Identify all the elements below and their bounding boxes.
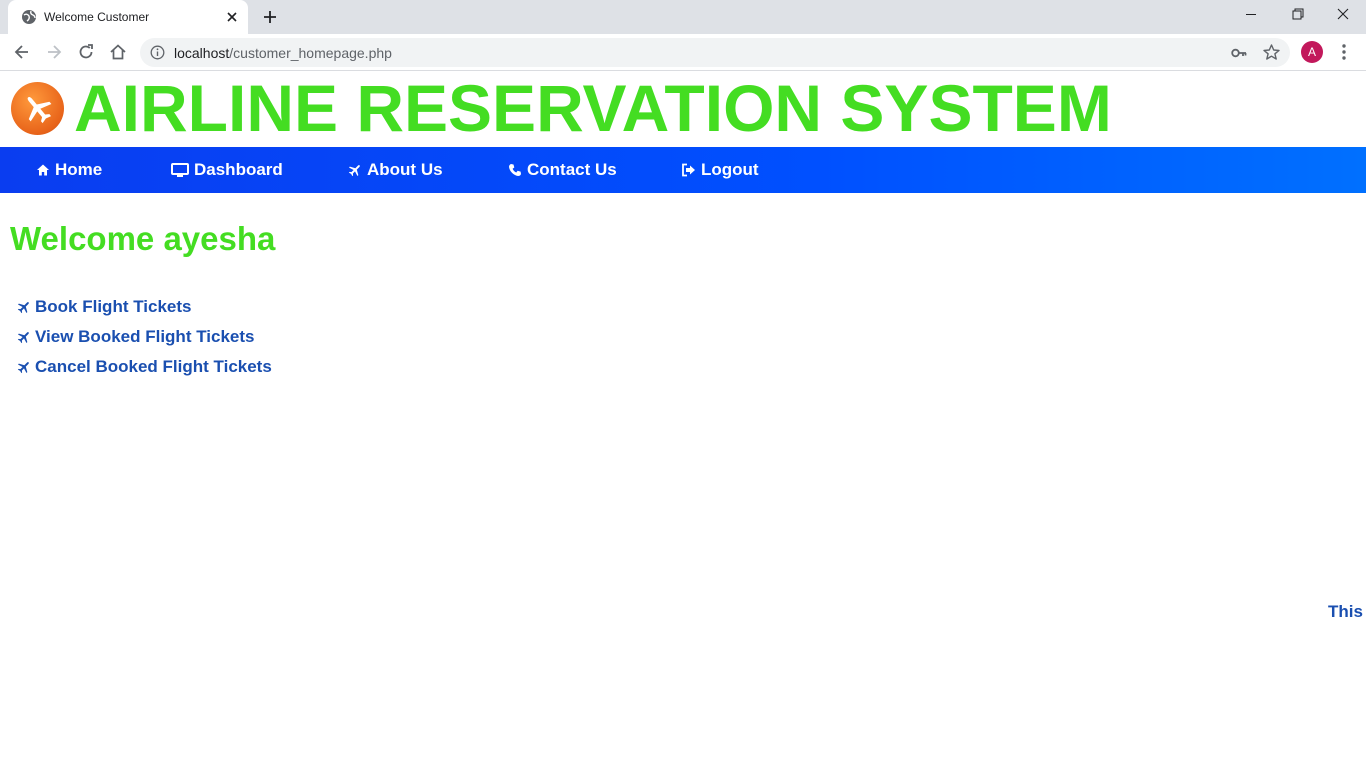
minimize-icon[interactable] [1228,0,1274,30]
plane-icon [17,362,29,374]
nav-logout[interactable]: Logout [681,160,759,180]
monitor-icon [171,162,189,177]
view-booked-label: View Booked Flight Tickets [35,327,255,346]
nav-about-label: About Us [367,160,443,179]
main-navbar: Home Dashboard About Us Contact Us Logou… [0,147,1366,193]
reload-icon[interactable] [76,42,96,62]
welcome-heading: Welcome ayesha [10,220,276,257]
site-title: AIRLINE RESERVATION SYSTEM [74,72,1112,145]
airplane-logo-icon [11,82,64,135]
nav-home[interactable]: Home [36,160,102,180]
globe-icon [22,10,36,24]
url-host: localhost [174,45,230,61]
browser-tab[interactable]: Welcome Customer [8,0,248,34]
info-icon[interactable] [150,45,165,60]
book-flight-link[interactable]: Book Flight Tickets [17,292,272,322]
browser-titlebar: Welcome Customer [0,0,1366,34]
url-path: /customer_homepage.php [229,45,392,61]
restore-icon[interactable] [1274,0,1320,30]
browser-toolbar: localhost/customer_homepage.php [0,34,1366,71]
profile-avatar[interactable]: A [1301,41,1323,63]
plane-icon [348,165,360,177]
phone-icon [509,164,521,176]
key-icon[interactable] [1230,44,1248,62]
page-content: AIRLINE RESERVATION SYSTEM Home Dashboar… [0,72,1366,768]
plane-icon [17,332,29,344]
scrolling-marquee-text: This [1328,602,1363,621]
close-window-icon[interactable] [1320,0,1366,30]
url-text[interactable]: localhost/customer_homepage.php [174,45,392,61]
logout-icon [682,163,695,177]
nav-home-label: Home [55,160,103,179]
view-booked-link[interactable]: View Booked Flight Tickets [17,322,272,352]
book-flight-label: Book Flight Tickets [35,297,192,316]
back-icon[interactable] [12,42,32,62]
plane-icon [17,302,29,314]
address-bar[interactable]: localhost/customer_homepage.php [140,38,1290,67]
close-tab-icon[interactable] [224,9,240,25]
cancel-booked-link[interactable]: Cancel Booked Flight Tickets [17,352,272,382]
bookmark-star-icon[interactable] [1262,43,1281,62]
nav-contact-label: Contact Us [527,160,617,179]
customer-actions-list: Book Flight Tickets View Booked Flight T… [17,292,272,382]
nav-dashboard-label: Dashboard [194,160,283,179]
forward-icon[interactable] [44,42,64,62]
tab-title: Welcome Customer [44,10,150,24]
nav-contact[interactable]: Contact Us [508,160,617,180]
nav-about[interactable]: About Us [348,160,443,180]
home-browser-icon[interactable] [108,42,128,62]
home-icon [37,164,49,176]
nav-logout-label: Logout [701,160,759,179]
more-menu-icon[interactable] [1336,43,1352,61]
new-tab-icon[interactable] [260,7,280,27]
nav-dashboard[interactable]: Dashboard [171,160,283,180]
cancel-booked-label: Cancel Booked Flight Tickets [35,357,272,376]
